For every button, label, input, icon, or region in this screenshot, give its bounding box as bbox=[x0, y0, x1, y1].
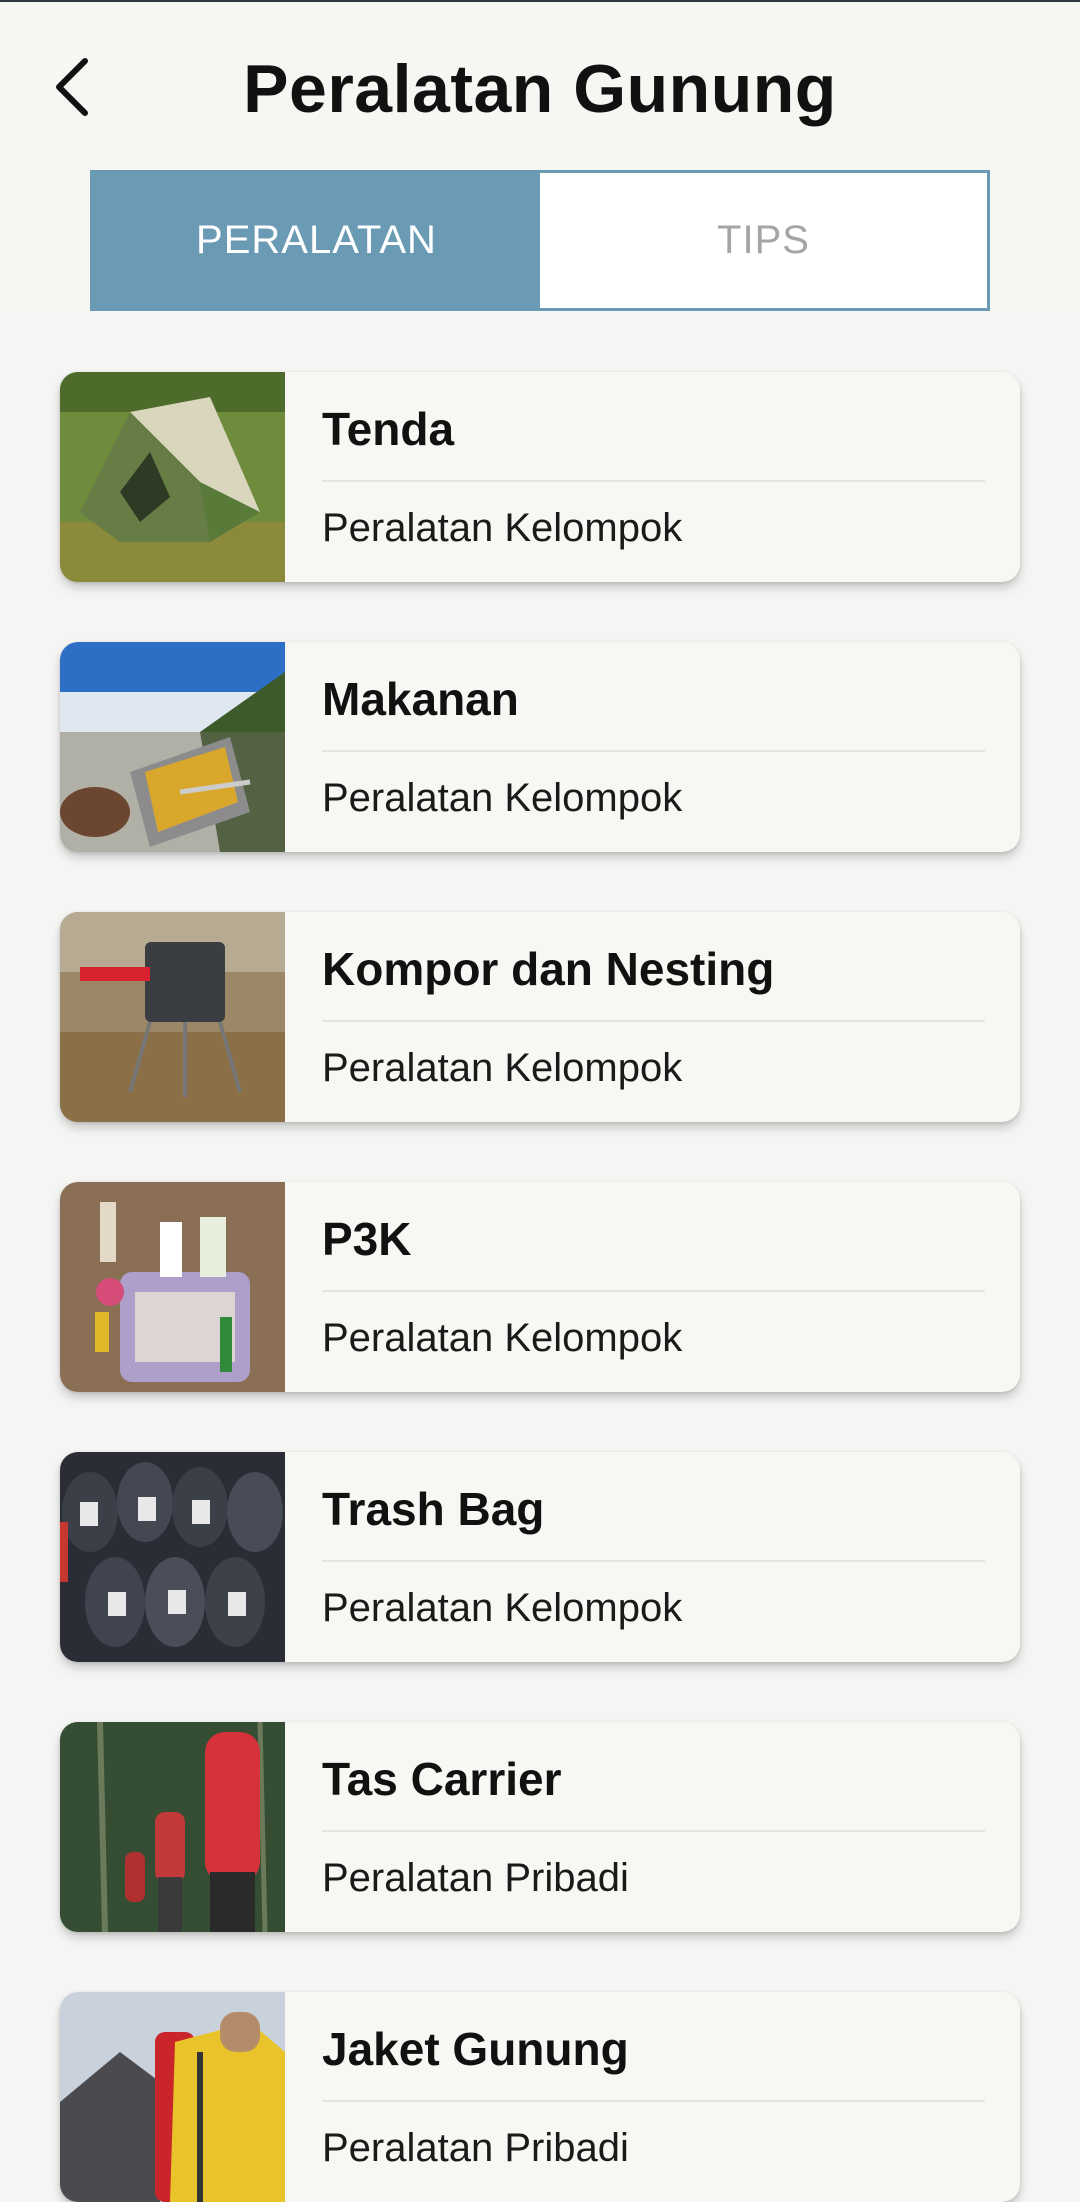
item-title: Makanan bbox=[322, 673, 519, 725]
food-pan-photo bbox=[60, 642, 285, 852]
item-category: Peralatan Pribadi bbox=[322, 1856, 629, 1900]
list-item-makanan[interactable]: Makanan Peralatan Kelompok bbox=[60, 642, 1020, 852]
list-item-kompor-dan-nesting[interactable]: Kompor dan Nesting Peralatan Kelompok bbox=[60, 912, 1020, 1122]
item-category: Peralatan Kelompok bbox=[322, 506, 683, 550]
tab-peralatan[interactable]: PERALATAN bbox=[93, 173, 540, 308]
item-title: Tas Carrier bbox=[322, 1753, 562, 1805]
item-category: Peralatan Pribadi bbox=[322, 2126, 629, 2170]
item-divider bbox=[322, 1560, 985, 1562]
item-title: P3K bbox=[322, 1213, 412, 1265]
list-item-trash-bag[interactable]: Trash Bag Peralatan Kelompok bbox=[60, 1452, 1020, 1662]
item-divider bbox=[322, 1830, 985, 1832]
first-aid-photo bbox=[60, 1182, 285, 1392]
item-category: Peralatan Kelompok bbox=[322, 776, 683, 820]
carrier-backpack-photo bbox=[60, 1722, 285, 1932]
list-item-p3k[interactable]: P3K Peralatan Kelompok bbox=[60, 1182, 1020, 1392]
mountain-jacket-photo bbox=[60, 1992, 285, 2202]
item-category: Peralatan Kelompok bbox=[322, 1046, 683, 1090]
item-category: Peralatan Kelompok bbox=[322, 1316, 683, 1360]
tab-bar: PERALATAN TIPS bbox=[90, 170, 990, 311]
tab-tips[interactable]: TIPS bbox=[540, 173, 987, 308]
item-category: Peralatan Kelompok bbox=[322, 1586, 683, 1630]
trash-bags-photo bbox=[60, 1452, 285, 1662]
item-divider bbox=[322, 1290, 985, 1292]
tent-photo bbox=[60, 372, 285, 582]
list-item-tenda[interactable]: Tenda Peralatan Kelompok bbox=[60, 372, 1020, 582]
item-title: Kompor dan Nesting bbox=[322, 943, 775, 995]
item-title: Trash Bag bbox=[322, 1483, 545, 1535]
item-divider bbox=[322, 1020, 985, 1022]
item-title: Jaket Gunung bbox=[322, 2023, 629, 2075]
item-divider bbox=[322, 750, 985, 752]
list-item-tas-carrier[interactable]: Tas Carrier Peralatan Pribadi bbox=[60, 1722, 1020, 1932]
item-divider bbox=[322, 2100, 985, 2102]
page-title: Peralatan Gunung bbox=[243, 51, 837, 127]
stove-photo bbox=[60, 912, 285, 1122]
list-item-jaket-gunung[interactable]: Jaket Gunung Peralatan Pribadi bbox=[60, 1992, 1020, 2202]
app-header: Peralatan Gunung PERALATAN TIPS bbox=[0, 2, 1080, 311]
item-title: Tenda bbox=[322, 403, 455, 455]
item-divider bbox=[322, 480, 985, 482]
